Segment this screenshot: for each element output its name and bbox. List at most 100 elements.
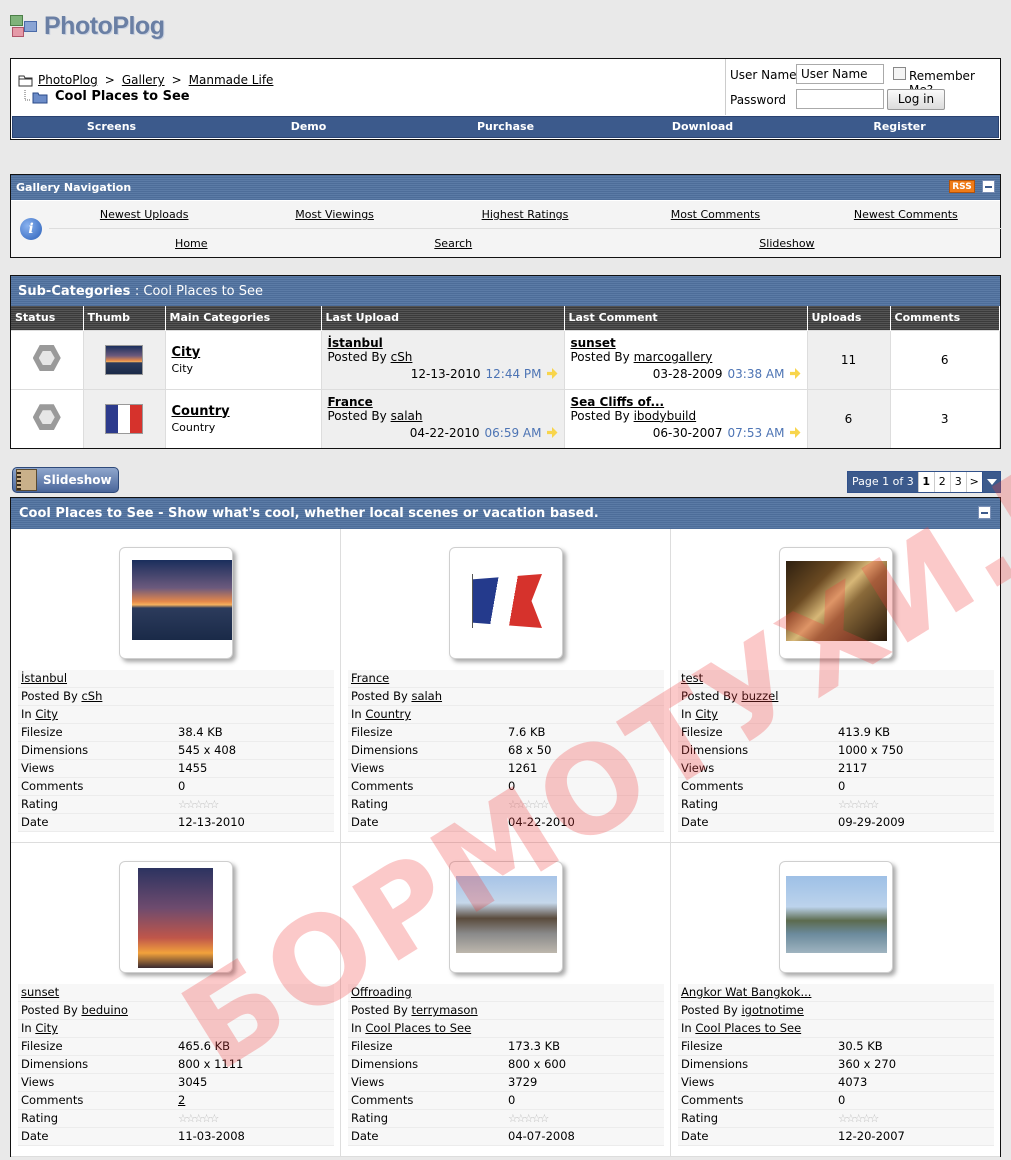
go-to-post-icon[interactable] [546, 427, 558, 438]
last-upload-time: 12:44 PM [485, 366, 542, 381]
nav-screens[interactable]: Screens [13, 117, 210, 137]
last-upload-author[interactable]: salah [391, 409, 423, 423]
photo-thumbnail[interactable] [472, 574, 542, 628]
date-label: Date [351, 1129, 379, 1143]
last-upload-title[interactable]: France [328, 395, 558, 409]
date-label: Date [21, 1129, 49, 1143]
photo-category-link[interactable]: Country [365, 706, 411, 723]
link-most-viewings[interactable]: Most Viewings [239, 208, 429, 221]
page-3[interactable]: 3 [949, 472, 966, 492]
last-upload-title[interactable]: İstanbul [328, 336, 558, 350]
nav-download[interactable]: Download [604, 117, 801, 137]
breadcrumb-gallery[interactable]: Gallery [122, 73, 165, 87]
photo-thumbnail-frame[interactable] [119, 861, 233, 973]
link-newest-comments[interactable]: Newest Comments [811, 208, 1001, 221]
photo-thumbnail[interactable] [132, 560, 232, 640]
subcategories-title: Sub-Categories [18, 284, 131, 299]
last-upload-author[interactable]: cSh [391, 350, 413, 364]
photo-author-link[interactable]: salah [411, 688, 442, 705]
photo-author-link[interactable]: igotnotime [741, 1002, 803, 1019]
last-comment-cell: sunset Posted By marcogallery 03-28-2009… [564, 329, 808, 389]
dimensions-label: Dimensions [681, 1057, 749, 1071]
uploads-count: 6 [807, 388, 891, 448]
photo-author-link[interactable]: terrymason [411, 1002, 477, 1019]
photo-category-link[interactable]: Cool Places to See [365, 1020, 471, 1037]
remember-me-checkbox[interactable] [893, 67, 906, 80]
date-label: Date [681, 1129, 709, 1143]
photo-thumbnail-frame[interactable] [119, 547, 233, 659]
link-home[interactable]: Home [49, 237, 334, 250]
photo-category-link[interactable]: City [35, 1020, 58, 1037]
filesize-label: Filesize [21, 1039, 63, 1053]
views-label: Views [21, 1075, 55, 1089]
photo-title-link[interactable]: İstanbul [21, 670, 67, 687]
rss-icon[interactable]: RSS [949, 180, 975, 193]
photo-category-link[interactable]: City [695, 706, 718, 723]
collapse-icon[interactable] [982, 180, 995, 193]
page-1[interactable]: 1 [917, 472, 934, 492]
link-newest-uploads[interactable]: Newest Uploads [49, 208, 239, 221]
go-to-post-icon[interactable] [789, 427, 801, 438]
last-comment-title[interactable]: Sea Cliffs of... [571, 395, 801, 409]
photo-category-link[interactable]: Cool Places to See [695, 1020, 801, 1037]
photo-title-link[interactable]: France [351, 670, 389, 687]
go-to-post-icon[interactable] [789, 368, 801, 379]
photo-thumbnail-frame[interactable] [779, 861, 893, 973]
photo-thumbnail[interactable] [786, 876, 887, 953]
breadcrumb-manmade-life[interactable]: Manmade Life [189, 73, 274, 87]
photo-thumbnail[interactable] [138, 868, 213, 968]
in-label: In [351, 707, 362, 721]
photo-thumbnail-frame[interactable] [449, 861, 563, 973]
photo-title-link[interactable]: sunset [21, 984, 59, 1001]
category-link[interactable]: City [172, 345, 315, 360]
collapse-icon[interactable] [978, 506, 991, 519]
link-slideshow[interactable]: Slideshow [573, 237, 1001, 250]
posted-by-label: Posted By [570, 408, 630, 423]
logo[interactable]: PhotoPlog [10, 8, 165, 44]
page-2[interactable]: 2 [933, 472, 950, 492]
slideshow-button[interactable]: Slideshow [12, 467, 119, 493]
link-highest-ratings[interactable]: Highest Ratings [430, 208, 620, 221]
password-input[interactable] [796, 89, 884, 109]
photo-title-link[interactable]: Offroading [351, 984, 412, 1001]
category-link[interactable]: Country [172, 404, 315, 419]
category-thumbnail[interactable] [105, 403, 143, 434]
photo-title-link[interactable]: Angkor Wat Bangkok... [681, 984, 811, 1001]
status-cell [11, 329, 84, 389]
photo-info: Offroading Posted By terrymason In Cool Pl… [348, 984, 664, 1146]
views-label: Views [21, 761, 55, 775]
photo-thumbnail[interactable] [456, 876, 557, 953]
nav-purchase[interactable]: Purchase [407, 117, 604, 137]
comments-label: Comments [351, 779, 414, 793]
photo-category-link[interactable]: City [35, 706, 58, 723]
dimensions-value: 1000 x 750 [838, 743, 904, 757]
page-title: Cool Places to See [23, 89, 190, 104]
breadcrumb-photoplog[interactable]: PhotoPlog [38, 73, 98, 87]
photo-author-link[interactable]: beduino [81, 1002, 127, 1019]
link-search[interactable]: Search [334, 237, 573, 250]
photo-author-link[interactable]: buzzel [741, 688, 778, 705]
photo-title-link[interactable]: test [681, 670, 703, 687]
next-page[interactable]: > [965, 472, 982, 492]
go-to-post-icon[interactable] [546, 368, 558, 379]
photo-thumbnail-frame[interactable] [779, 547, 893, 659]
category-thumbnail[interactable] [105, 344, 143, 375]
username-input[interactable] [796, 64, 884, 84]
photo-thumbnail-frame[interactable] [449, 547, 563, 659]
gallery-item: Offroading Posted By terrymason In Cool Pl… [341, 843, 671, 1157]
photo-thumbnail[interactable] [786, 561, 887, 641]
last-upload-cell: France Posted By salah 04-22-2010 06:59 A… [321, 388, 565, 448]
last-comment-title[interactable]: sunset [571, 336, 801, 350]
nav-demo[interactable]: Demo [210, 117, 407, 137]
last-comment-author[interactable]: ibodybuild [634, 409, 697, 423]
dimensions-label: Dimensions [351, 1057, 419, 1071]
last-comment-author[interactable]: marcogallery [634, 350, 713, 364]
rating-stars-icon: ☆☆☆☆☆ [178, 798, 219, 811]
category-cell: Country Country [165, 388, 322, 448]
photo-author-link[interactable]: cSh [81, 688, 102, 705]
nav-register[interactable]: Register [801, 117, 998, 137]
page-jump-dropdown-icon[interactable] [981, 472, 1000, 492]
login-button[interactable]: Log in [887, 89, 945, 110]
link-most-comments[interactable]: Most Comments [620, 208, 810, 221]
slideshow-button-label: Slideshow [43, 473, 112, 487]
